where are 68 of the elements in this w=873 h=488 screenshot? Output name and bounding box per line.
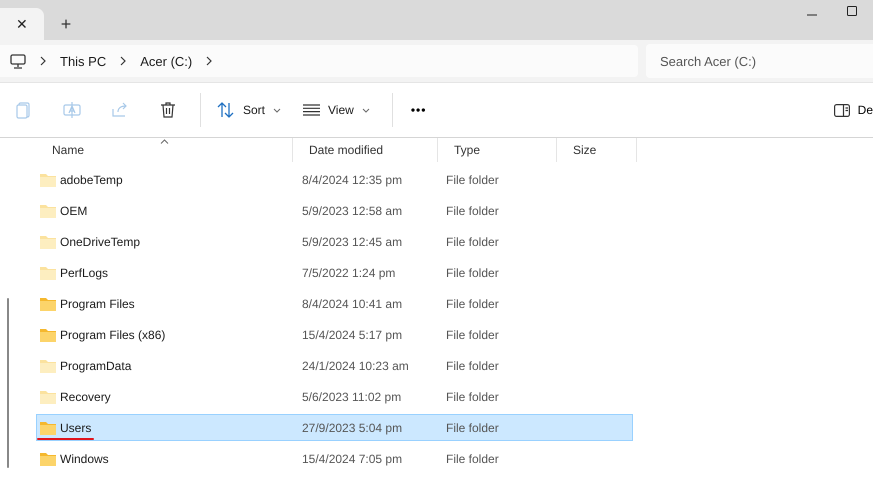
file-name: OEM (60, 204, 88, 218)
file-row[interactable]: Recovery 5/6/2023 11:02 pm File folder (36, 383, 633, 410)
maximize-icon[interactable] (847, 6, 857, 16)
date-modified: 7/5/2022 1:24 pm (301, 266, 396, 280)
file-row[interactable]: Windows 15/4/2024 7:05 pm File folder (36, 445, 633, 472)
file-name: Program Files (60, 296, 135, 310)
date-modified: 24/1/2024 10:23 am (301, 358, 410, 372)
file-name: Program Files (x86) (60, 328, 166, 342)
file-type: File folder (445, 452, 500, 466)
more-options-button[interactable]: ••• (400, 97, 436, 123)
file-row[interactable]: Program Files (x86) 15/4/2024 5:17 pm File folder (36, 321, 633, 348)
date-modified: 8/4/2024 10:41 am (301, 296, 404, 310)
file-type: File folder (445, 204, 500, 218)
new-tab-button[interactable]: + (44, 8, 88, 40)
breadcrumb-item[interactable]: Acer (C:) (140, 54, 192, 68)
file-name: ProgramData (60, 358, 132, 372)
file-type: File folder (445, 296, 500, 310)
file-type: File folder (445, 266, 500, 280)
dropdown-caret-icon (273, 108, 282, 112)
file-row[interactable]: adobeTemp 8/4/2024 12:35 pm File folder (36, 166, 633, 193)
breadcrumb-item[interactable]: This PC (60, 54, 106, 68)
file-row[interactable]: OEM 5/9/2023 12:58 am File folder (36, 197, 633, 224)
file-name: OneDriveTemp (60, 234, 140, 248)
file-name: Recovery (60, 390, 111, 404)
column-header[interactable]: Size (557, 138, 637, 162)
column-header[interactable]: Date modified (293, 138, 438, 162)
chevron-icon (120, 56, 126, 66)
date-modified: 15/4/2024 7:05 pm (301, 452, 404, 466)
column-header[interactable]: Type (438, 138, 557, 162)
file-type: File folder (445, 420, 500, 434)
date-modified: 5/6/2023 11:02 pm (301, 390, 402, 404)
file-name: Windows (60, 452, 109, 466)
file-type: File folder (445, 172, 500, 186)
details-button[interactable]: De (834, 103, 873, 117)
sort-button[interactable]: Sort (209, 96, 290, 124)
dropdown-caret-icon (362, 108, 370, 112)
file-name: adobeTemp (60, 172, 123, 186)
sort-arrows-icon (217, 102, 235, 118)
scrollbar[interactable] (7, 298, 9, 468)
sort-caret-icon (160, 139, 169, 144)
file-row[interactable]: Users 27/9/2023 5:04 pm File folder (36, 414, 633, 441)
file-type: File folder (445, 234, 500, 248)
chevron-icon (40, 56, 46, 66)
file-type: File folder (445, 328, 500, 342)
date-modified: 8/4/2024 12:35 pm (301, 172, 404, 186)
computer-icon[interactable] (10, 54, 26, 68)
lines-icon (303, 104, 320, 116)
file-type: File folder (445, 358, 500, 372)
view-button[interactable]: View (295, 97, 378, 123)
search-field[interactable]: Search Acer (C:) (646, 44, 873, 78)
date-modified: 27/9/2023 5:04 pm (301, 420, 404, 434)
chevron-icon (206, 56, 212, 66)
file-row[interactable]: PerfLogs 7/5/2022 1:24 pm File folder (36, 259, 633, 286)
file-name: PerfLogs (60, 266, 108, 280)
close-tab-button[interactable]: ✕ (0, 8, 44, 40)
file-row[interactable]: ProgramData 24/1/2024 10:23 am File folder (36, 352, 633, 379)
details-pane-icon (834, 104, 850, 116)
rename-icon (62, 100, 82, 120)
date-modified: 5/9/2023 12:45 am (301, 234, 404, 248)
file-row[interactable]: Program Files 8/4/2024 10:41 am File folder (36, 290, 633, 317)
date-modified: 15/4/2024 5:17 pm (301, 328, 404, 342)
file-row[interactable]: OneDriveTemp 5/9/2023 12:45 am File folder (36, 228, 633, 255)
date-modified: 5/9/2023 12:58 am (301, 204, 404, 218)
file-type: File folder (445, 390, 500, 404)
column-header[interactable]: Name (36, 138, 293, 162)
file-name: Users (60, 420, 92, 434)
address-bar[interactable]: This PC Acer (C:) (0, 45, 638, 77)
trash-icon (158, 100, 178, 120)
